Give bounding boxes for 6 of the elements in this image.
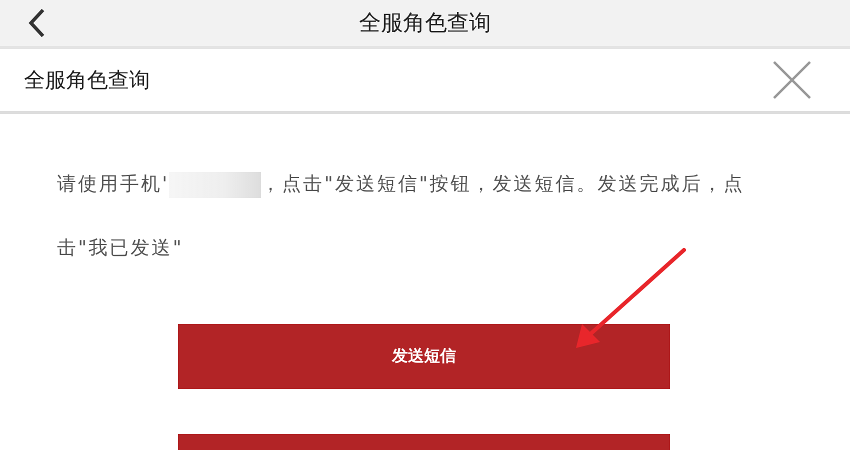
instruction-text: 请使用手机' ，点击"发送短信"按钮，发送短信。发送完成后，点击"我已发送" bbox=[57, 170, 746, 261]
send-sms-button[interactable]: 发送短信 bbox=[178, 324, 670, 389]
dialog-title: 全服角色查询 bbox=[24, 67, 150, 94]
close-icon[interactable] bbox=[772, 60, 812, 100]
back-icon[interactable] bbox=[28, 8, 46, 38]
page-title: 全服角色查询 bbox=[359, 10, 491, 38]
